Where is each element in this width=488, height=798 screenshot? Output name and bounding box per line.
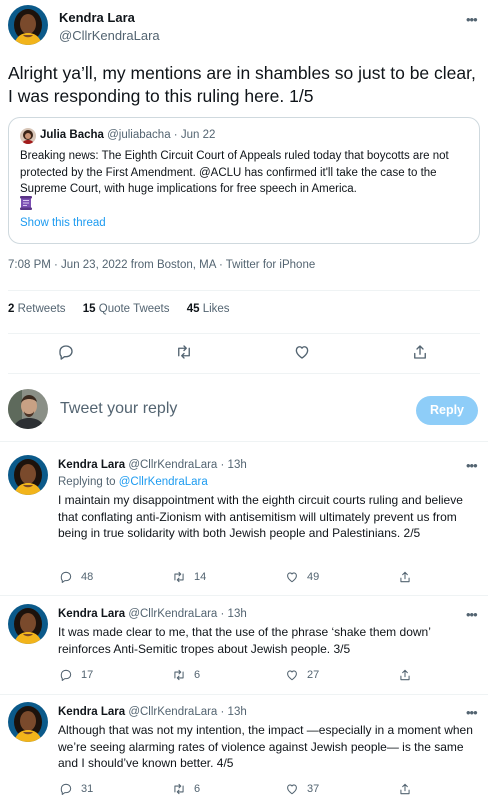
retweet-icon (172, 782, 186, 796)
retweet-action[interactable]: 6 (172, 782, 200, 796)
like-count: 49 (307, 571, 320, 583)
retweet-count: 6 (194, 783, 201, 795)
share-icon[interactable] (411, 343, 429, 361)
quoted-tweet-text: Breaking news: The Eighth Circuit Court … (20, 150, 449, 195)
reply-button[interactable]: Reply (416, 396, 478, 425)
share-icon (398, 570, 412, 584)
engagement-stats: 2 Retweets 15 Quote Tweets 45 Likes (8, 303, 244, 315)
reply-icon (59, 570, 73, 584)
replying-to-prefix: Replying to (58, 476, 116, 488)
heart-icon (285, 570, 299, 584)
likes-count: 45 (186, 303, 200, 315)
author-avatar[interactable] (8, 604, 48, 644)
reply-icon[interactable] (57, 343, 75, 361)
quoted-tweet[interactable]: Julia Bacha @juliabacha · Jun 22 Breakin… (8, 117, 480, 244)
author-name[interactable]: Kendra Lara (58, 706, 125, 718)
retweet-icon[interactable] (175, 343, 193, 361)
main-tweet-text: Alright ya’ll, my mentions are in shambl… (8, 63, 476, 106)
share-action[interactable] (398, 782, 412, 796)
likes-label: Likes (202, 303, 230, 315)
retweet-icon (172, 668, 186, 682)
like-count: 27 (307, 669, 320, 681)
retweet-action[interactable]: 14 (172, 570, 206, 584)
more-options-icon[interactable]: ••• (466, 706, 478, 719)
quoted-author-name: Julia Bacha (40, 129, 104, 141)
scroll-emoji-icon (20, 196, 32, 210)
reply-icon (59, 782, 73, 796)
author-avatar[interactable] (8, 455, 48, 495)
divider (0, 694, 488, 695)
author-avatar[interactable] (8, 702, 48, 742)
share-action[interactable] (398, 570, 412, 584)
share-icon (398, 668, 412, 682)
handle-time[interactable]: @CllrKendraLara · 13h (128, 608, 246, 620)
author-name[interactable]: Kendra Lara (58, 459, 125, 471)
like-action[interactable]: 37 (285, 782, 319, 796)
share-action[interactable] (398, 668, 412, 682)
reply-tweet[interactable]: Kendra Lara @CllrKendraLara · 13h ••• Al… (0, 702, 488, 798)
divider (0, 595, 488, 596)
current-user-avatar (8, 389, 48, 429)
reply-tweet[interactable]: Kendra Lara @CllrKendraLara · 13h ••• It… (0, 604, 488, 696)
retweet-action[interactable]: 6 (172, 668, 200, 682)
retweets-count: 2 (8, 303, 15, 315)
heart-icon (285, 782, 299, 796)
divider (8, 290, 480, 291)
more-options-icon[interactable]: ••• (466, 608, 478, 621)
retweet-count: 6 (194, 669, 201, 681)
reply-header: Kendra Lara @CllrKendraLara · 13h (58, 608, 247, 620)
reply-count: 17 (81, 669, 94, 681)
tweet-timestamp[interactable]: 7:08 PM · Jun 23, 2022 from Boston, MA ·… (8, 259, 315, 271)
quoted-date: Jun 22 (180, 129, 216, 141)
quote-tweets-stat[interactable]: 15 Quote Tweets (83, 303, 170, 315)
retweets-stat[interactable]: 2 Retweets (8, 303, 66, 315)
heart-icon[interactable] (293, 343, 311, 361)
reply-input[interactable]: Tweet your reply (60, 400, 177, 418)
main-tweet-header: Kendra Lara @CllrKendraLara (8, 5, 480, 49)
handle-time[interactable]: @CllrKendraLara · 13h (128, 459, 246, 471)
like-action[interactable]: 49 (285, 570, 319, 584)
reply-action[interactable]: 31 (59, 782, 93, 796)
reply-icon (59, 668, 73, 682)
heart-icon (285, 668, 299, 682)
more-options-icon[interactable]: ••• (466, 459, 478, 472)
show-thread-link[interactable]: Show this thread (20, 217, 106, 229)
quoted-author-handle: @juliabacha (107, 129, 171, 141)
divider (8, 373, 480, 374)
author-avatar[interactable] (8, 5, 48, 45)
quoted-separator: · (173, 129, 178, 141)
quoted-tweet-header: Julia Bacha @juliabacha · Jun 22 (40, 129, 215, 141)
reply-header: Kendra Lara @CllrKendraLara · 13h (58, 706, 247, 718)
replying-to-mention[interactable]: @CllrKendraLara (119, 476, 208, 488)
share-icon (398, 782, 412, 796)
quote-tweets-label: Quote Tweets (98, 303, 170, 315)
retweet-icon (172, 570, 186, 584)
author-name[interactable]: Kendra Lara (58, 608, 125, 620)
reply-text: It was made clear to me, that the use of… (58, 625, 431, 656)
retweet-count: 14 (194, 571, 207, 583)
reply-text: I maintain my disappointment with the ei… (58, 493, 463, 540)
reply-count: 48 (81, 571, 94, 583)
handle-time[interactable]: @CllrKendraLara · 13h (128, 706, 246, 718)
like-action[interactable]: 27 (285, 668, 319, 682)
like-count: 37 (307, 783, 320, 795)
divider (8, 333, 480, 334)
reply-action[interactable]: 48 (59, 570, 93, 584)
reply-text: Although that was not my intention, the … (58, 723, 473, 770)
reply-header: Kendra Lara @CllrKendraLara · 13h (58, 459, 247, 471)
likes-stat[interactable]: 45 Likes (187, 303, 230, 315)
quoted-author-avatar (20, 128, 36, 144)
reply-action[interactable]: 17 (59, 668, 93, 682)
retweets-label: Retweets (17, 303, 66, 315)
replying-to-line: Replying to @CllrKendraLara (58, 476, 208, 488)
divider (0, 441, 488, 442)
reply-count: 31 (81, 783, 94, 795)
quote-tweets-count: 15 (82, 303, 96, 315)
reply-tweet[interactable]: Kendra Lara @CllrKendraLara · 13h ••• Re… (0, 455, 488, 595)
author-handle[interactable]: @CllrKendraLara (59, 28, 160, 43)
author-name[interactable]: Kendra Lara (59, 10, 135, 25)
more-options-icon[interactable]: ••• (466, 13, 478, 26)
